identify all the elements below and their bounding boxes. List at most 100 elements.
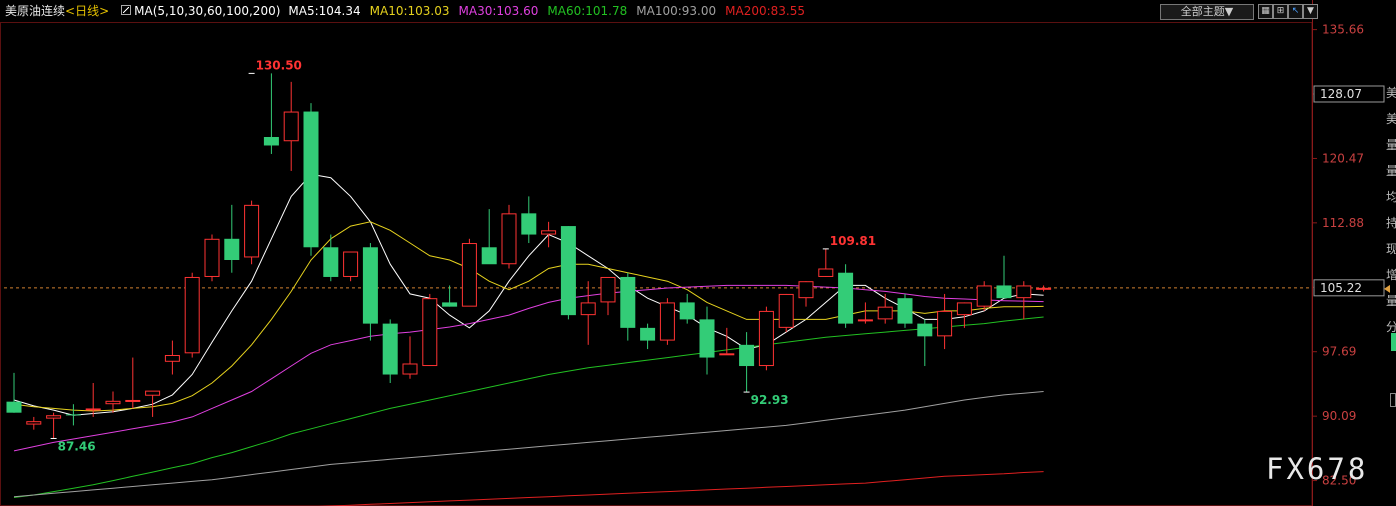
- candle: [65, 404, 81, 426]
- candle: [917, 319, 933, 367]
- candle: [640, 323, 656, 350]
- candle: [996, 255, 1012, 299]
- side-tab[interactable]: 美: [1386, 80, 1396, 106]
- candle-body: [461, 243, 477, 307]
- candle-body: [362, 247, 378, 324]
- candle-body: [481, 247, 497, 265]
- candle: [362, 243, 378, 341]
- candle-body: [1016, 285, 1032, 299]
- candle: [838, 264, 854, 328]
- candle: [125, 357, 141, 409]
- candle-body: [164, 355, 180, 362]
- candle: [798, 281, 814, 307]
- candle: [501, 204, 517, 269]
- candle: [283, 81, 299, 171]
- candle-body: [976, 285, 992, 307]
- side-tab[interactable]: 量: [1386, 158, 1396, 184]
- ma60-value: MA60:101.78: [547, 4, 628, 18]
- candle-body: [125, 399, 141, 402]
- candle: [402, 336, 418, 379]
- candle: [145, 390, 161, 417]
- candle-body: [699, 319, 715, 358]
- side-tab[interactable]: 量: [1386, 288, 1396, 314]
- candle-body: [917, 323, 933, 337]
- candle: [937, 293, 953, 350]
- side-tab[interactable]: 量: [1386, 132, 1396, 158]
- candle: [244, 200, 260, 265]
- side-scroll-handle[interactable]: [1390, 393, 1396, 407]
- candle: [164, 340, 180, 375]
- candle: [600, 276, 616, 316]
- side-tab[interactable]: 现: [1386, 236, 1396, 262]
- candle: [382, 319, 398, 383]
- candle-body: [719, 353, 735, 356]
- watermark-logo: FX678: [1266, 452, 1369, 486]
- candlestick-chart: 135.66128.07120.47112.88105.2897.6990.09…: [0, 0, 1390, 506]
- candle: [818, 248, 834, 277]
- grid-icon[interactable]: ▦: [1258, 4, 1273, 19]
- candle-body: [778, 293, 794, 328]
- indicator-icon[interactable]: [121, 5, 132, 15]
- symbol-name[interactable]: 美原油连续: [5, 0, 65, 22]
- candle-body: [26, 421, 42, 425]
- candle: [204, 234, 220, 282]
- candle-body: [1036, 287, 1052, 290]
- candle-body: [244, 204, 260, 258]
- side-tab[interactable]: 均: [1386, 184, 1396, 210]
- candle-body: [798, 281, 814, 299]
- y-tick-label: 120.47: [1322, 151, 1364, 165]
- candle-body: [739, 344, 755, 367]
- candle: [263, 73, 279, 154]
- candle: [323, 234, 339, 282]
- candle: [560, 226, 576, 320]
- candle-body: [501, 213, 517, 265]
- candle-body: [145, 390, 161, 396]
- candle-body: [6, 401, 22, 413]
- candle: [897, 293, 913, 328]
- candle: [26, 416, 42, 430]
- ma-line-ma60: [13, 316, 1044, 498]
- candle: [85, 383, 101, 417]
- candle-body: [105, 400, 121, 405]
- candle-body: [85, 408, 101, 411]
- candle-body: [263, 137, 279, 146]
- extreme-label: 92.93: [751, 393, 789, 407]
- side-tab[interactable]: 美: [1386, 106, 1396, 132]
- extreme-label: 130.50: [256, 58, 302, 72]
- y-tick-label: 135.66: [1322, 23, 1364, 37]
- candle-body: [818, 268, 834, 277]
- candle: [442, 285, 458, 307]
- y-tick-label: 112.88: [1322, 216, 1364, 230]
- candle-body: [560, 226, 576, 316]
- candle: [46, 412, 62, 439]
- expand-icon[interactable]: ⊞: [1273, 4, 1288, 19]
- candle: [541, 221, 557, 248]
- candle: [976, 281, 992, 311]
- period-label[interactable]: <日线>: [65, 0, 109, 22]
- pointer-icon[interactable]: ↖: [1288, 4, 1303, 19]
- candle: [620, 272, 636, 341]
- ma-params[interactable]: MA(5,10,30,60,100,200): [134, 0, 280, 22]
- ma30-value: MA30:103.60: [458, 4, 539, 18]
- y-tick-label: 90.09: [1322, 409, 1356, 423]
- candle-body: [65, 414, 81, 416]
- candle: [343, 251, 359, 282]
- theme-dropdown[interactable]: 全部主题▼: [1160, 4, 1254, 20]
- candle-body: [184, 276, 200, 354]
- candle: [224, 204, 240, 273]
- candle: [778, 293, 794, 333]
- candle-body: [442, 302, 458, 307]
- candle: [481, 209, 497, 265]
- candle-body: [996, 285, 1012, 299]
- side-tab[interactable]: 持: [1386, 210, 1396, 236]
- candle: [877, 293, 893, 324]
- candle: [699, 306, 715, 375]
- ma-line-ma200: [318, 471, 1044, 506]
- arrow-down-icon[interactable]: ▼: [1303, 4, 1318, 19]
- crosshair-price-label: 128.07: [1320, 87, 1362, 101]
- candle: [1016, 281, 1032, 320]
- side-panel-tabs: 美 美 量 量 均 持 现 增 量 分: [1386, 80, 1396, 340]
- ma10-value: MA10:103.03: [369, 4, 450, 18]
- side-tab[interactable]: 增: [1386, 262, 1396, 288]
- candle-body: [838, 272, 854, 324]
